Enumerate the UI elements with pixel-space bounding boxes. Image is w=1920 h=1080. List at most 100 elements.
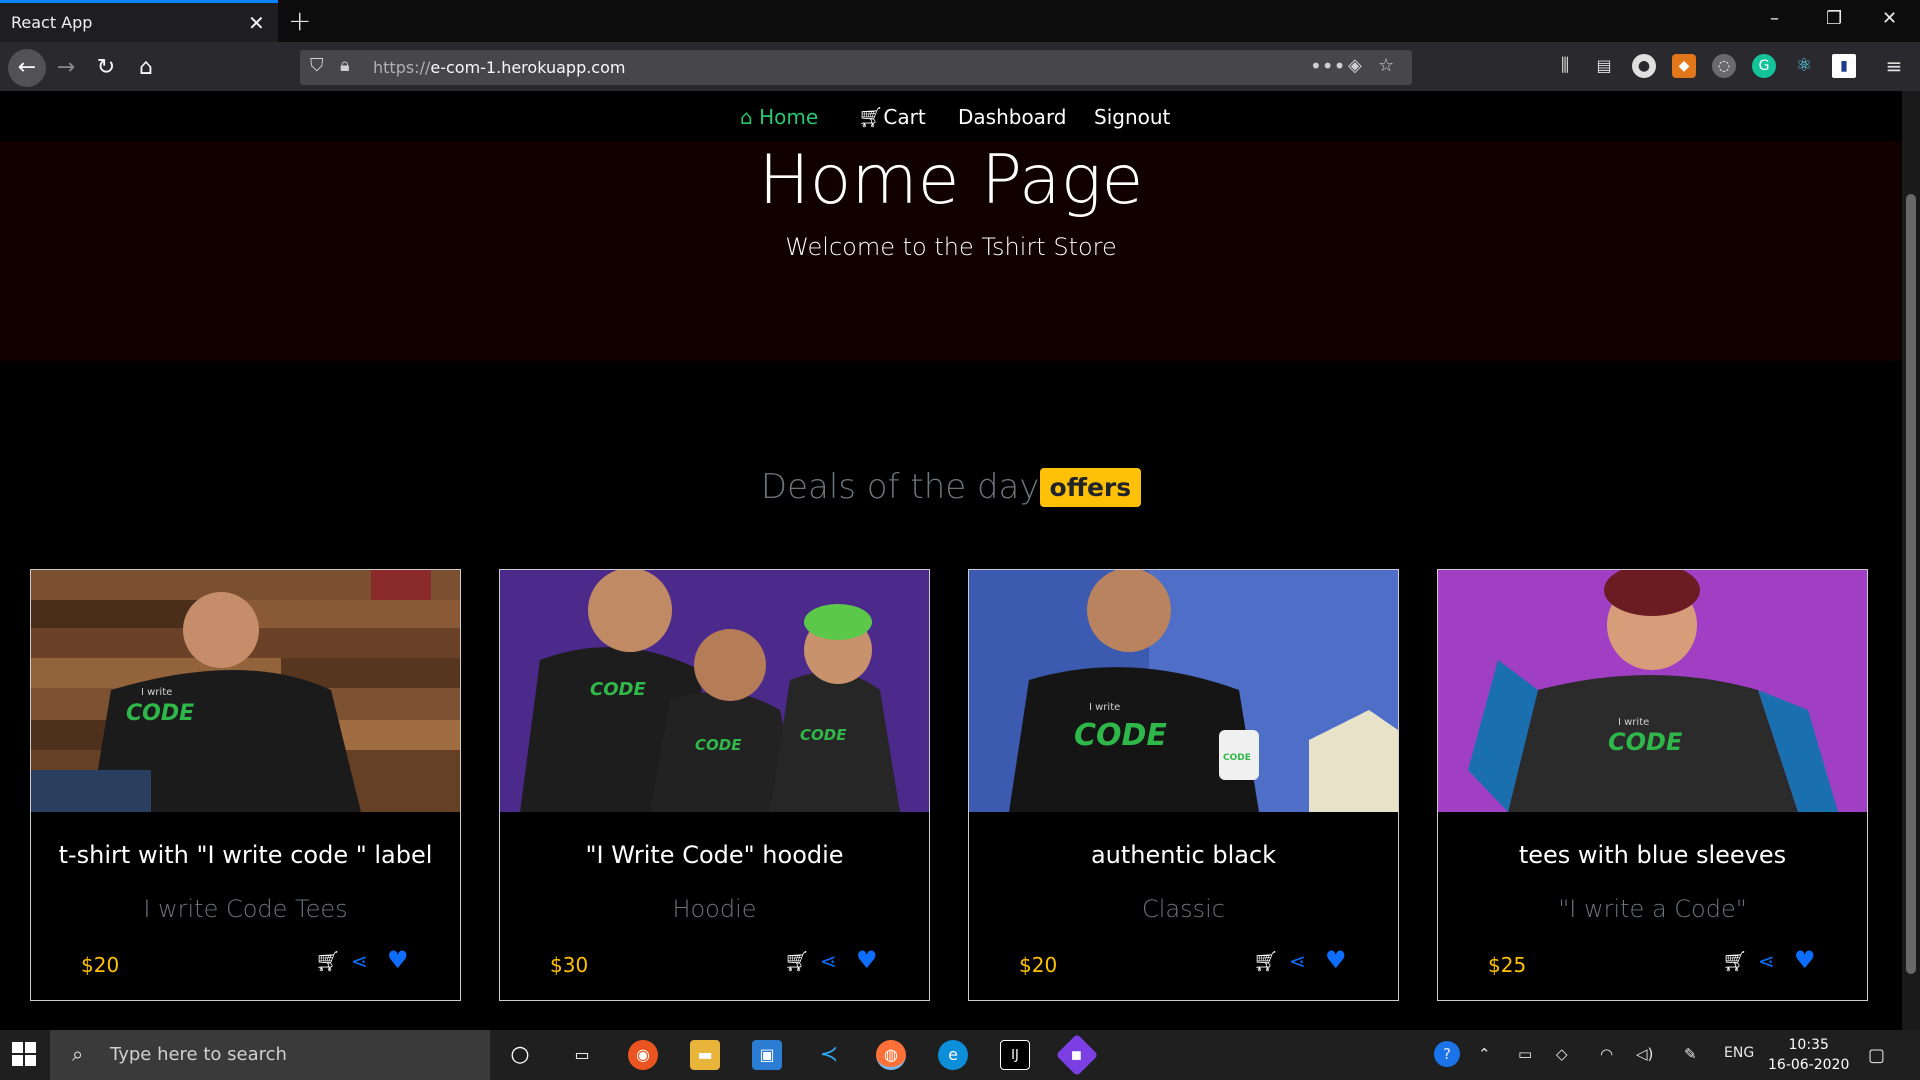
page-scrollbar[interactable]	[1902, 91, 1920, 1030]
heart-icon[interactable]: ♥	[856, 946, 878, 974]
firefox-icon[interactable]: ◍	[876, 1040, 906, 1070]
battery-icon[interactable]: ▭	[1518, 1045, 1532, 1063]
product-subtitle: I write Code Tees	[143, 895, 348, 923]
vscode-icon[interactable]: ≺	[814, 1040, 844, 1070]
edge-icon[interactable]: e	[938, 1040, 968, 1070]
share-icon[interactable]: ⋖	[1289, 949, 1306, 973]
git-kraken-icon[interactable]: ◆	[1055, 1033, 1099, 1077]
product-image: CODE CODE CODE	[500, 570, 929, 812]
account-icon[interactable]: ●	[1632, 54, 1656, 78]
task-view-icon[interactable]: ▭	[567, 1040, 597, 1070]
nav-signout-link[interactable]: Signout	[1094, 105, 1170, 129]
product-image: I write CODE CODE	[969, 570, 1398, 812]
tray-expand-icon[interactable]: ⌃	[1478, 1045, 1491, 1063]
nav-home-link[interactable]: ⌂ Home	[740, 105, 818, 129]
page-title: Home Page	[758, 141, 1144, 220]
svg-text:CODE: CODE	[800, 726, 847, 744]
url-bar[interactable]: ⛉ 🔒︎ https://e-com-1.herokuapp.com ••• ◈…	[300, 50, 1412, 85]
library-icon[interactable]: ⫼	[1553, 54, 1577, 78]
extension-grey-icon[interactable]: ◌	[1712, 54, 1736, 78]
share-icon[interactable]: ⋖	[351, 949, 368, 973]
ubuntu-icon[interactable]: ◉	[628, 1040, 658, 1070]
browser-tab[interactable]: React App ✕	[0, 0, 278, 42]
cortana-icon[interactable]: ○	[505, 1040, 535, 1070]
product-title: authentic black	[1090, 841, 1277, 869]
metamask-icon[interactable]: ◆	[1672, 54, 1696, 78]
menu-icon[interactable]: ≡	[1882, 54, 1906, 78]
product-title: tees with blue sleeves	[1518, 841, 1787, 869]
product-subtitle: Classic	[1141, 895, 1225, 923]
react-devtools-icon[interactable]: ⚛	[1792, 54, 1816, 78]
url-host: e-com-1.herokuapp.com	[430, 58, 626, 77]
product-image: I write CODE	[31, 570, 460, 812]
new-tab-button[interactable]: +	[288, 4, 311, 37]
product-card: I write CODE t-shirt with "I write code …	[30, 569, 461, 1001]
deals-title: Deals of the day	[760, 467, 1040, 507]
svg-text:CODE: CODE	[695, 736, 742, 754]
nav-dashboard-link[interactable]: Dashboard	[958, 105, 1067, 129]
share-icon[interactable]: ⋖	[820, 949, 837, 973]
pocket-icon[interactable]: ◈	[1348, 55, 1362, 76]
taskbar-search-placeholder: Type here to search	[110, 1044, 287, 1065]
svg-text:CODE: CODE	[1223, 753, 1251, 763]
extension-flag-icon[interactable]: ▮	[1832, 54, 1856, 78]
product-title: "I Write Code" hoodie	[585, 841, 844, 869]
file-explorer-icon[interactable]: ▬	[690, 1040, 720, 1070]
add-to-cart-icon[interactable]: 🛒︎	[1253, 949, 1278, 973]
back-button[interactable]: ←	[8, 49, 46, 87]
heart-icon[interactable]: ♥	[1794, 946, 1816, 974]
intellij-icon[interactable]: IJ	[1000, 1040, 1030, 1070]
reload-button[interactable]: ↻	[89, 51, 123, 85]
restore-button[interactable]: ❐	[1826, 8, 1842, 29]
url-text[interactable]: https://e-com-1.herokuapp.com	[373, 58, 625, 77]
product-card: I write CODE tees with blue sleeves "I w…	[1437, 569, 1868, 1001]
windows-start-button[interactable]	[12, 1042, 36, 1070]
notifications-icon[interactable]: ▢	[1868, 1045, 1885, 1066]
store-icon[interactable]: ▣	[752, 1040, 782, 1070]
add-to-cart-icon[interactable]: 🛒︎	[315, 949, 340, 973]
product-image: I write CODE	[1438, 570, 1867, 812]
scrollbar-thumb[interactable]	[1906, 194, 1916, 974]
pen-icon[interactable]: ✎	[1684, 1045, 1697, 1063]
language-indicator[interactable]: ENG	[1724, 1045, 1754, 1061]
product-card: I write CODE CODE authentic black Classi…	[968, 569, 1399, 1001]
heart-icon[interactable]: ♥	[1325, 946, 1347, 974]
svg-text:I write: I write	[141, 687, 172, 698]
page-subtitle: Welcome to the Tshirt Store	[785, 233, 1117, 261]
sidebar-icon[interactable]: ▤	[1592, 54, 1616, 78]
lock-icon[interactable]: 🔒︎	[340, 55, 350, 76]
nav-cart-label: Cart	[883, 105, 926, 129]
close-window-button[interactable]: ✕	[1882, 8, 1897, 29]
nav-cart-link[interactable]: 🛒︎Cart	[858, 105, 926, 129]
shield-icon[interactable]: ⛉	[310, 55, 324, 76]
heart-icon[interactable]: ♥	[387, 946, 409, 974]
volume-icon[interactable]: ◁)	[1636, 1045, 1653, 1063]
cart-icon: 🛒︎	[858, 105, 884, 129]
clock-date: 16-06-2020	[1768, 1057, 1850, 1073]
product-title: t-shirt with "I write code " label	[58, 841, 433, 869]
url-scheme: https://	[373, 58, 431, 77]
product-price: $30	[550, 953, 589, 977]
product-subtitle: "I write a Code"	[1558, 895, 1747, 923]
browser-home-button[interactable]: ⌂	[129, 51, 163, 85]
product-price: $20	[81, 953, 120, 977]
hero-jumbotron: Home Page Welcome to the Tshirt Store	[0, 141, 1902, 361]
help-icon[interactable]: ?	[1434, 1041, 1460, 1067]
wifi-icon[interactable]: ◠	[1600, 1045, 1613, 1063]
forward-button[interactable]: →	[49, 51, 83, 85]
svg-text:I write: I write	[1618, 717, 1649, 728]
share-icon[interactable]: ⋖	[1758, 949, 1775, 973]
taskbar-clock[interactable]: 10:35 16-06-2020	[1768, 1035, 1849, 1075]
more-actions-icon[interactable]: •••	[1310, 54, 1345, 78]
add-to-cart-icon[interactable]: 🛒︎	[1722, 949, 1747, 973]
add-to-cart-icon[interactable]: 🛒︎	[784, 949, 809, 973]
product-subtitle: Hoodie	[672, 895, 757, 923]
grammarly-icon[interactable]: G	[1752, 54, 1776, 78]
search-icon: ⌕	[72, 1042, 84, 1066]
tab-close-icon[interactable]: ✕	[248, 11, 265, 35]
svg-text:I write: I write	[1089, 702, 1120, 713]
bookmark-star-icon[interactable]: ☆	[1378, 55, 1394, 76]
dropbox-icon[interactable]: ◇	[1556, 1045, 1568, 1063]
taskbar-search-box[interactable]: ⌕ Type here to search	[50, 1030, 490, 1080]
minimize-button[interactable]: –	[1770, 8, 1779, 29]
